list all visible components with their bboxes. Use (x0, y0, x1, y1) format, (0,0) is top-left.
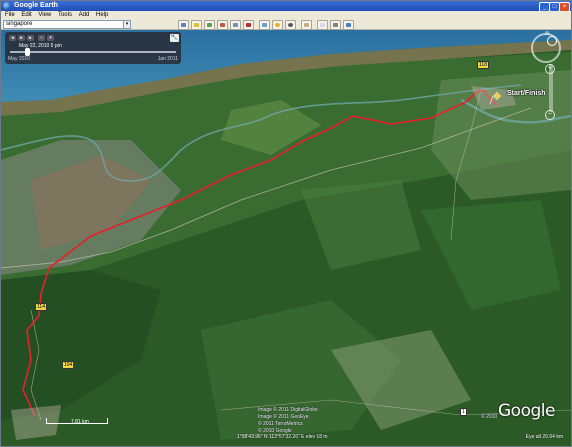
copyright-right: © 2010 (481, 414, 498, 420)
copyright-terrametrics: © 2011 TerraMetrics (258, 421, 303, 427)
zoom-out-button[interactable]: − (545, 110, 555, 120)
menu-file[interactable]: File (5, 12, 15, 18)
sun-icon[interactable] (272, 20, 283, 30)
print-icon[interactable] (330, 20, 341, 30)
planets-icon[interactable] (285, 20, 296, 30)
road-label-104: 104 (62, 361, 75, 369)
view-in-maps-icon[interactable] (343, 20, 354, 30)
google-logo: Google (498, 401, 555, 421)
path-icon[interactable] (217, 20, 228, 30)
time-slider-track[interactable] (10, 51, 176, 53)
eye-altitude-readout: Eye alt 26.64 km (525, 434, 563, 440)
forward-step-icon[interactable]: ▸ (27, 35, 34, 41)
play-icon[interactable]: ▸ (18, 35, 25, 41)
image-overlay-icon[interactable] (230, 20, 241, 30)
google-earth-icon (3, 2, 11, 10)
navigation-ring[interactable] (531, 33, 561, 63)
polygon-icon[interactable] (204, 20, 215, 30)
zoom-out-time-icon[interactable]: − (38, 35, 45, 41)
placemark-icon[interactable] (191, 20, 202, 30)
road-label-118: 118 (477, 61, 489, 69)
record-tour-icon[interactable] (243, 20, 254, 30)
time-slider-start: May 2010 (8, 56, 30, 62)
road-label-114: 114 (35, 303, 47, 311)
map-view[interactable]: ◂ ▸ ▸ − + 🔧 May 22, 2010 5 pm May 2010 J… (1, 30, 571, 446)
email-icon[interactable] (317, 20, 328, 30)
copyright-geoeye: Image © 2011 GeoEye (258, 414, 309, 420)
search-input[interactable]: singapore (3, 20, 125, 29)
menu-tools[interactable]: Tools (58, 12, 72, 18)
time-slider-thumb[interactable] (24, 48, 30, 56)
copyright-digitalglobe: Image © 2011 DigitalGlobe (258, 407, 318, 413)
zoom-slider[interactable] (549, 64, 553, 112)
search-dropdown-button[interactable]: ▾ (123, 20, 131, 29)
time-slider-panel: ◂ ▸ ▸ − + 🔧 May 22, 2010 5 pm May 2010 J… (5, 32, 181, 64)
zoom-in-time-icon[interactable]: + (47, 35, 54, 41)
ruler-icon[interactable] (301, 20, 312, 30)
menu-add[interactable]: Add (79, 12, 90, 18)
hide-sidebar-icon[interactable] (178, 20, 189, 30)
scale-bar-label: 7.81 km (71, 419, 89, 425)
back-step-icon[interactable]: ◂ (9, 35, 16, 41)
google-earth-window: Google Earth _ □ × File Edit View Tools … (0, 0, 572, 447)
satellite-imagery (1, 30, 571, 446)
menu-view[interactable]: View (38, 12, 51, 18)
coordinates-readout: 1°58'43.96" N 113°57'32.26" E elev 18 m (237, 434, 328, 440)
window-title: Google Earth (14, 2, 58, 9)
time-slider-end: Jan 2011 (157, 56, 178, 62)
start-finish-label: Start/Finish (507, 90, 546, 97)
menu-bar: File Edit View Tools Add Help (1, 11, 571, 19)
road-label-1: 1 (460, 408, 467, 416)
menu-edit[interactable]: Edit (21, 12, 31, 18)
slider-settings-icon[interactable]: 🔧 (170, 34, 179, 42)
toolbar: singapore ▾ (1, 19, 571, 30)
title-bar[interactable]: Google Earth _ □ × (1, 1, 571, 12)
menu-help[interactable]: Help (96, 12, 108, 18)
north-indicator: N (545, 31, 549, 37)
look-joystick-icon[interactable] (547, 36, 557, 46)
historical-imagery-icon[interactable] (259, 20, 270, 30)
